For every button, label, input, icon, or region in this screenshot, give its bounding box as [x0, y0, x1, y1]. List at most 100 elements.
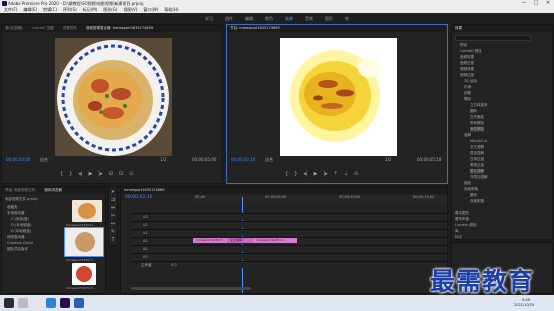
- program-resolution-dropdown[interactable]: 1/2: [385, 157, 391, 162]
- maximize-button[interactable]: □: [530, 0, 542, 7]
- workspace-assembly[interactable]: 组件: [225, 13, 233, 24]
- overwrite-icon[interactable]: ⊡: [119, 171, 123, 177]
- effects-tree-item[interactable]: 叠加溶解: [470, 151, 484, 156]
- effects-tree-item[interactable]: 音频效果: [460, 55, 474, 60]
- effects-tree-item[interactable]: 交叉缩放: [470, 115, 484, 120]
- media-browser-folder[interactable]: 网络驱动器: [7, 235, 25, 240]
- video-clip[interactable]: mmexport163517: [193, 238, 227, 243]
- play-icon[interactable]: ▶: [314, 171, 318, 177]
- effects-tree-item[interactable]: 非叠加溶解: [470, 175, 488, 180]
- premiere-taskbar-icon[interactable]: [60, 298, 70, 308]
- export-frame-icon[interactable]: ⊙: [129, 171, 133, 177]
- tab-effects[interactable]: 效果: [455, 26, 462, 30]
- video-clip[interactable]: mmexport163517...: [253, 238, 297, 243]
- effects-tree-item[interactable]: 划像: [464, 91, 471, 96]
- media-browser-folder[interactable]: E:(本地磁盘): [11, 229, 31, 234]
- effects-tree-item[interactable]: 立方体旋转: [470, 103, 488, 108]
- minimize-button[interactable]: —: [518, 0, 530, 7]
- step-forward-icon[interactable]: |▸: [98, 171, 102, 177]
- search-icon[interactable]: [18, 298, 28, 308]
- timeline-ruler[interactable]: 00;00 00;00;05;00 00;00;10;00 00;00;15;0…: [193, 195, 447, 204]
- effects-tree-item[interactable]: 交叉溶解: [470, 145, 484, 150]
- workspace-editing[interactable]: 编辑: [245, 13, 253, 24]
- effects-tree-item[interactable]: 页面剥落: [464, 187, 478, 192]
- source-timecode[interactable]: 00;00;00;00: [6, 157, 30, 162]
- effects-panel-link[interactable]: 标记: [455, 235, 462, 240]
- mark-in-icon[interactable]: {: [60, 171, 63, 177]
- step-back-icon[interactable]: ◂|: [303, 171, 307, 177]
- cross-dissolve-transition[interactable]: 交叉溶解: [227, 238, 253, 243]
- tab-source[interactable]: 源:(无剪辑): [5, 26, 23, 30]
- tab-project[interactable]: 项目: 电影视频文件: [5, 188, 35, 192]
- media-thumbnail[interactable]: [72, 263, 96, 285]
- export-frame-icon[interactable]: ⊙: [354, 171, 358, 177]
- mark-in-icon[interactable]: {: [285, 171, 288, 177]
- tab-sequence[interactable]: mmexport1635174669: [124, 188, 164, 192]
- timeline-timecode[interactable]: 00;00;02;16: [125, 195, 152, 200]
- lift-icon[interactable]: ⇡: [334, 171, 338, 177]
- start-icon[interactable]: [4, 298, 14, 308]
- word-icon[interactable]: [74, 298, 84, 308]
- effects-tree-item[interactable]: 擦除: [464, 97, 471, 102]
- effects-tree-item[interactable]: 视频效果: [460, 67, 474, 72]
- razor-tool-icon[interactable]: ✂: [110, 213, 116, 219]
- tab-audio-mixer[interactable]: 音频剪辑混合器: mmexport1635174659: [86, 26, 153, 30]
- track-select-icon[interactable]: ⇉: [110, 197, 116, 203]
- source-fit-dropdown[interactable]: 适合: [40, 157, 48, 163]
- pen-tool-icon[interactable]: ✎: [110, 229, 116, 235]
- step-back-icon[interactable]: ◂|: [78, 171, 82, 177]
- effects-tree-item[interactable]: Lumetri 预设: [460, 49, 482, 54]
- media-browser-folder[interactable]: C:(系统/盘): [11, 217, 29, 222]
- effects-panel-link[interactable]: 基本声音: [455, 217, 469, 222]
- step-forward-icon[interactable]: |▸: [323, 171, 327, 177]
- workspace-learn[interactable]: 学习: [205, 13, 213, 24]
- mark-out-icon[interactable]: }: [294, 171, 297, 177]
- workspace-audio[interactable]: 音频: [305, 13, 313, 24]
- effects-tree-item[interactable]: 黑场过渡: [470, 163, 484, 168]
- effects-panel-link[interactable]: Lumetri 颜色: [455, 223, 477, 228]
- slip-tool-icon[interactable]: ↔: [110, 221, 116, 227]
- workspace-color[interactable]: 颜色: [265, 13, 273, 24]
- effects-tree-item[interactable]: 翻转: [470, 109, 477, 114]
- effects-tree-item[interactable]: 内滑: [464, 85, 471, 90]
- effects-tree-item[interactable]: MorphCut: [470, 139, 487, 143]
- type-tool-icon[interactable]: T: [110, 237, 116, 243]
- selection-tool-icon[interactable]: ➤: [110, 189, 116, 195]
- effects-search-input[interactable]: [455, 35, 531, 41]
- effects-tree-item[interactable]: 胶片溶解: [470, 169, 484, 174]
- media-browser-folder[interactable]: 团队项目版本: [7, 247, 28, 252]
- tab-program[interactable]: 节目: mmexport1635174669: [230, 26, 280, 30]
- timeline-scrollbar[interactable]: [131, 287, 251, 290]
- workspace-graphics[interactable]: 图形: [325, 13, 333, 24]
- media-thumbnail[interactable]: [64, 227, 104, 257]
- effects-panel-link[interactable]: 库: [455, 229, 459, 234]
- play-icon[interactable]: ▶: [89, 171, 93, 177]
- effects-tree-item[interactable]: 视频过渡: [460, 73, 474, 78]
- media-thumbnail[interactable]: [72, 200, 102, 222]
- effects-tree-item[interactable]: 页面剥落: [470, 199, 484, 204]
- close-button[interactable]: ✕: [542, 0, 554, 7]
- program-timecode[interactable]: 00;00;02;16: [231, 157, 255, 162]
- workspace-effects[interactable]: 效果: [285, 13, 293, 24]
- media-browser-folder[interactable]: 收藏夹: [7, 205, 18, 210]
- program-fit-dropdown[interactable]: 适合: [265, 157, 273, 163]
- effects-tree-item[interactable]: 音频过渡: [460, 61, 474, 66]
- tab-media-browser[interactable]: 媒体浏览器: [44, 188, 62, 192]
- workspace-libraries[interactable]: 库: [345, 13, 349, 24]
- insert-icon[interactable]: ⊟: [109, 171, 113, 177]
- master-value[interactable]: 0.0: [171, 263, 177, 267]
- effects-tree-item[interactable]: 溶解: [464, 133, 471, 138]
- effects-tree-item[interactable]: 3D 运动: [464, 79, 477, 84]
- ripple-edit-icon[interactable]: ⇹: [110, 205, 116, 211]
- effects-tree-item[interactable]: 翻页: [470, 193, 477, 198]
- mark-out-icon[interactable]: }: [69, 171, 72, 177]
- effects-tree-item[interactable]: 渐变擦除: [470, 127, 484, 132]
- media-browser-folder[interactable]: 本地驱动器: [7, 211, 25, 216]
- effects-panel-link[interactable]: 基本图形: [455, 211, 469, 216]
- effects-tree-item[interactable]: 白场过渡: [470, 157, 484, 162]
- media-browser-folder[interactable]: D:(本地磁盘): [11, 223, 32, 228]
- effects-tree-item[interactable]: 缩放: [464, 181, 471, 186]
- edge-icon[interactable]: [46, 298, 56, 308]
- source-resolution-dropdown[interactable]: 1/2: [160, 157, 166, 162]
- extract-icon[interactable]: ⇣: [344, 171, 348, 177]
